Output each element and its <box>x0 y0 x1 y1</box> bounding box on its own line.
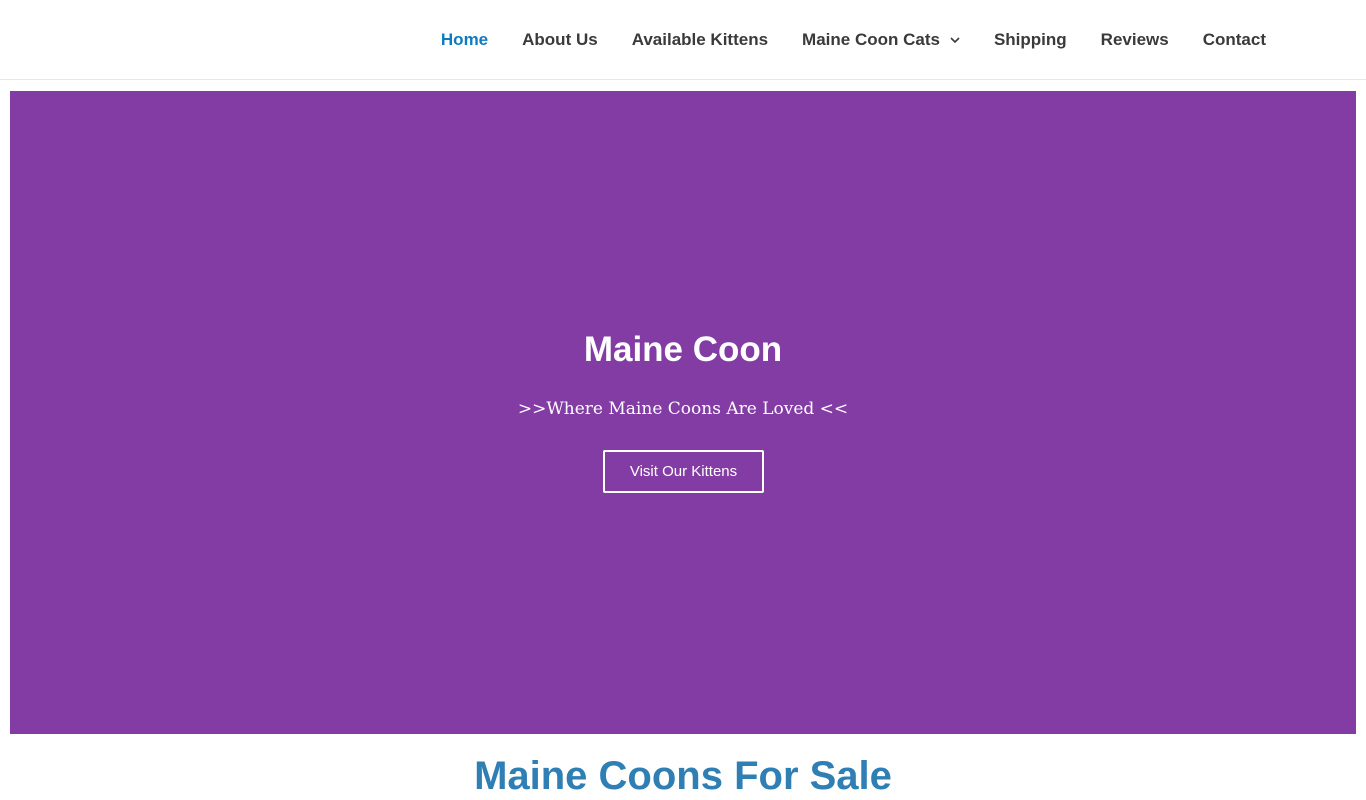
main-nav: Home About Us Available Kittens Maine Co… <box>441 0 1266 80</box>
hero-banner: Maine Coon >>Where Maine Coons Are Loved… <box>10 91 1356 734</box>
chevron-down-icon <box>950 37 960 44</box>
nav-item-label: Available Kittens <box>631 30 769 49</box>
nav-item-available-kittens[interactable]: Available Kittens <box>632 30 768 50</box>
hero-subtitle: >>Where Maine Coons Are Loved << <box>517 399 849 419</box>
nav-item-shipping[interactable]: Shipping <box>994 30 1067 50</box>
nav-item-label: Shipping <box>993 30 1067 49</box>
nav-item-label: Contact <box>1202 30 1266 49</box>
nav-item-home[interactable]: Home <box>441 30 488 50</box>
nav-item-label: Maine Coon Cats <box>802 30 940 49</box>
nav-item-contact[interactable]: Contact <box>1203 30 1266 50</box>
site-header: Home About Us Available Kittens Maine Co… <box>0 0 1366 80</box>
nav-item-about-us[interactable]: About Us <box>522 30 598 50</box>
nav-item-label: About Us <box>522 30 598 49</box>
nav-item-maine-coon-cats[interactable]: Maine Coon Cats <box>802 30 960 50</box>
button-label: Visit Our Kittens <box>629 463 738 480</box>
section-heading: Maine Coons For Sale <box>474 754 892 798</box>
nav-item-label: Home <box>440 30 489 49</box>
nav-item-reviews[interactable]: Reviews <box>1101 30 1169 50</box>
visit-our-kittens-button[interactable]: Visit Our Kittens <box>603 450 764 493</box>
hero-title: Maine Coon <box>583 330 783 369</box>
nav-item-label: Reviews <box>1100 30 1169 49</box>
